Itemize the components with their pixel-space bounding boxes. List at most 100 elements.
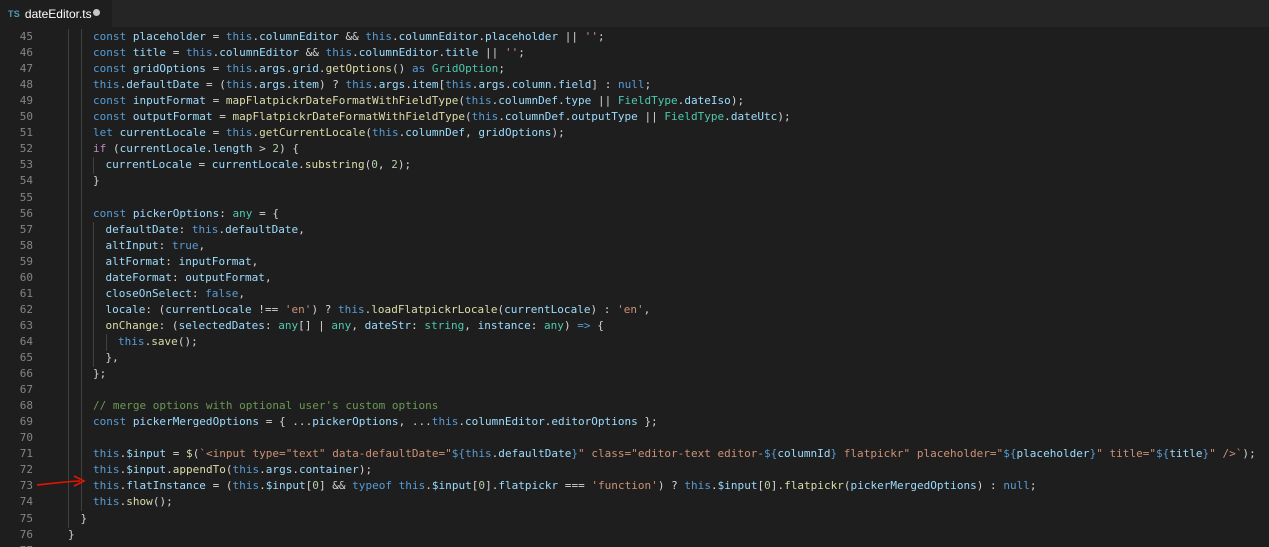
- code-line[interactable]: 76}: [0, 527, 1269, 543]
- code-token: ,: [464, 318, 478, 332]
- code-token: this: [232, 479, 260, 493]
- code-token: true: [171, 238, 199, 252]
- indent-guide: [68, 141, 69, 159]
- code-token: =: [205, 62, 226, 76]
- code-token: }: [68, 527, 75, 541]
- code-token: ].: [485, 479, 499, 493]
- code-token: ;: [1029, 479, 1037, 493]
- code-line[interactable]: 69 const pickerMergedOptions = { ...picke…: [0, 414, 1269, 432]
- code-line[interactable]: 53 currentLocale = currentLocale.substrin…: [0, 157, 1269, 175]
- code-token: .: [259, 463, 266, 477]
- code-line[interactable]: 56 const pickerOptions: any = {: [0, 205, 1269, 223]
- code-editor[interactable]: 45 const placeholder = this.columnEditor …: [0, 27, 1269, 547]
- code-line[interactable]: 50 const outputFormat = mapFlatpickrDateF…: [0, 109, 1269, 127]
- code-text: dateFormat: outputFormat,: [106, 270, 272, 286]
- code-token: =: [205, 94, 226, 108]
- code-line[interactable]: 60 dateFormat: outputFormat,: [0, 269, 1269, 287]
- code-token: this: [225, 78, 253, 92]
- code-line[interactable]: 48 this.defaultDate = (this.args.item) ? …: [0, 77, 1269, 95]
- line-number: 67: [19, 383, 33, 397]
- indent-guide: [68, 77, 69, 95]
- code-token: args: [378, 78, 406, 92]
- code-token: =: [212, 110, 233, 124]
- code-line[interactable]: 72 this.$input.appendTo(this.args.contain…: [0, 462, 1269, 480]
- line-number: 63: [19, 318, 33, 332]
- code-line[interactable]: 71 this.$input = $(`<input type="text" da…: [0, 446, 1269, 464]
- code-line[interactable]: 70: [0, 430, 1269, 448]
- line-number: 56: [19, 206, 33, 220]
- code-line[interactable]: 75}: [0, 510, 1269, 528]
- code-line[interactable]: 54}: [0, 173, 1269, 191]
- code-line[interactable]: 67: [0, 382, 1269, 400]
- code-token: :: [165, 254, 179, 268]
- code-token: gridOptions: [132, 62, 206, 76]
- code-line[interactable]: 59 altFormat: inputFormat,: [0, 253, 1269, 271]
- code-token: pickerOptions: [312, 415, 399, 429]
- code-line[interactable]: 49 const inputFormat = mapFlatpickrDateFo…: [0, 93, 1269, 111]
- code-token: FieldType: [664, 110, 725, 124]
- code-text: const outputFormat = mapFlatpickrDateFor…: [93, 109, 791, 125]
- code-token: };: [93, 367, 107, 381]
- code-line[interactable]: 58 altInput: true,: [0, 237, 1269, 255]
- indent-guide: [68, 253, 69, 271]
- code-line[interactable]: 45 const placeholder = this.columnEditor …: [0, 29, 1269, 46]
- code-line[interactable]: 64 this.save();: [0, 333, 1269, 351]
- code-line[interactable]: 47 const gridOptions = this.args.grid.get…: [0, 61, 1269, 79]
- code-token: =: [166, 46, 187, 60]
- tab-dateeditor[interactable]: TS dateEditor.ts: [0, 0, 112, 27]
- code-line[interactable]: 61 closeOnSelect: false,: [0, 285, 1269, 303]
- code-token: ||: [637, 110, 665, 124]
- code-line[interactable]: 52 if (currentLocale.length > 2) {: [0, 141, 1269, 159]
- code-token: .: [372, 78, 379, 92]
- indent-guide: [80, 269, 82, 287]
- code-token: any: [232, 206, 253, 220]
- indent-guide: [80, 350, 82, 367]
- code-token: title: [445, 46, 479, 60]
- code-text: this.$input.appendTo(this.args.container…: [93, 462, 372, 478]
- code-token: );: [1242, 447, 1256, 461]
- code-token: this: [186, 46, 213, 60]
- indent-guide: [93, 253, 94, 271]
- code-line[interactable]: 63 onChange: (selectedDates: any[] | any,…: [0, 317, 1269, 335]
- code-token: :: [171, 270, 186, 284]
- line-number: 58: [19, 238, 33, 252]
- code-line[interactable]: 73 this.flatInstance = (this.$input[0] &&…: [0, 478, 1269, 496]
- code-token: ;: [644, 78, 652, 92]
- code-token: , ...: [398, 415, 432, 429]
- unsaved-dot-icon[interactable]: [93, 9, 100, 16]
- code-token: 0: [371, 158, 378, 172]
- code-line[interactable]: 51 let currentLocale = this.getCurrentLoc…: [0, 125, 1269, 143]
- code-text: altInput: true,: [106, 238, 206, 254]
- code-text: },: [106, 350, 119, 366]
- code-token: getOptions: [325, 62, 393, 76]
- code-line[interactable]: 66};: [0, 366, 1269, 384]
- indent-guide: [68, 301, 69, 319]
- code-token: >: [252, 142, 273, 156]
- code-token: this: [431, 415, 459, 429]
- code-line[interactable]: 68 // merge options with optional user's …: [0, 398, 1269, 416]
- code-line[interactable]: 74 this.show();: [0, 494, 1269, 512]
- code-line[interactable]: 77: [0, 543, 1269, 547]
- code-token: mapFlatpickrDateFormatWithFieldType: [225, 94, 459, 108]
- code-text: };: [93, 366, 106, 382]
- code-token: 0: [764, 479, 771, 493]
- code-line[interactable]: 46 const title = this.columnEditor && thi…: [0, 45, 1269, 63]
- code-line[interactable]: 57 defaultDate: this.defaultDate,: [0, 221, 1269, 239]
- code-line[interactable]: 55: [0, 189, 1269, 207]
- code-text: const inputFormat = mapFlatpickrDateForm…: [93, 93, 744, 109]
- line-number: 76: [19, 527, 33, 541]
- code-line[interactable]: 65},: [0, 350, 1269, 367]
- indent-guide: [80, 189, 82, 207]
- code-token: const: [93, 110, 133, 124]
- code-text: this.show();: [93, 494, 173, 510]
- code-token: dateIso: [684, 94, 731, 108]
- indent-guide: [80, 45, 82, 63]
- line-number: 60: [19, 270, 33, 284]
- indent-guide: [80, 157, 82, 175]
- code-line[interactable]: 62 locale: (currentLocale !== 'en') ? thi…: [0, 301, 1269, 319]
- code-token: altFormat: [105, 254, 166, 268]
- code-token: =>: [577, 318, 591, 332]
- code-token: this: [232, 463, 260, 477]
- line-number: 45: [19, 30, 33, 43]
- code-token: ;: [498, 62, 505, 76]
